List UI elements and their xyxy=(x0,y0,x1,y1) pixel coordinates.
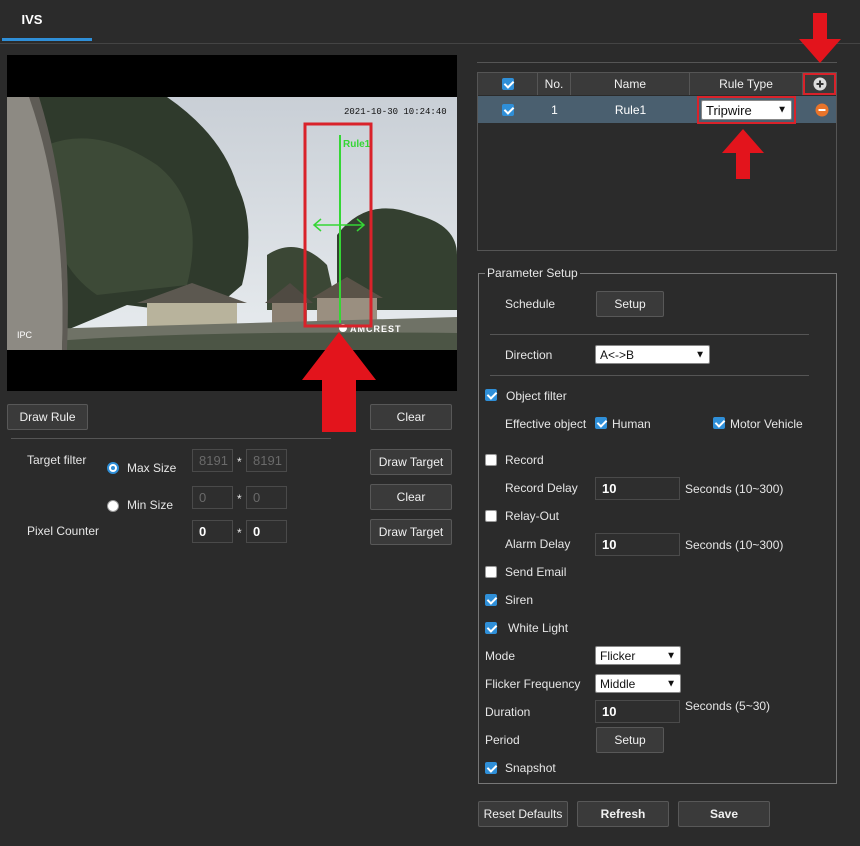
send-email-checkbox[interactable] xyxy=(485,566,497,578)
direction-select[interactable]: A<->B ▼ xyxy=(595,345,710,364)
camera-scene: Rule1 2021-10-30 10:24:40 AMCREST IPC xyxy=(7,97,457,350)
remove-icon[interactable] xyxy=(815,103,829,117)
red-arrow-up-icon xyxy=(302,332,376,432)
draw-rule-button[interactable]: Draw Rule xyxy=(7,404,88,430)
snapshot-label: Snapshot xyxy=(505,761,556,775)
snapshot-checkbox[interactable] xyxy=(485,762,497,774)
effective-object-label: Effective object xyxy=(505,417,587,431)
video-preview[interactable]: Rule1 2021-10-30 10:24:40 AMCREST IPC xyxy=(7,55,457,391)
duration-label: Duration xyxy=(485,705,531,719)
clear-button[interactable]: Clear xyxy=(370,404,452,430)
refresh-button[interactable]: Refresh xyxy=(577,801,669,827)
max-size-radio[interactable] xyxy=(107,462,119,474)
save-button[interactable]: Save xyxy=(678,801,770,827)
row-name: Rule1 xyxy=(614,102,647,117)
record-delay-field[interactable]: 10 xyxy=(595,477,680,500)
timestamp: 2021-10-30 10:24:40 xyxy=(344,107,447,117)
times-sign: * xyxy=(237,492,242,506)
human-label: Human xyxy=(612,417,651,431)
reset-defaults-button[interactable]: Reset Defaults xyxy=(478,801,568,827)
draw-target-button[interactable]: Draw Target xyxy=(370,449,452,475)
motor-vehicle-checkbox[interactable] xyxy=(713,417,725,429)
parameter-setup-legend: Parameter Setup xyxy=(485,266,580,280)
direction-label: Direction xyxy=(505,348,553,362)
max-size-label: Max Size xyxy=(127,461,177,475)
alarm-delay-field[interactable]: 10 xyxy=(595,533,680,556)
divider xyxy=(11,438,331,439)
motor-vehicle-label: Motor Vehicle xyxy=(730,417,803,431)
red-arrow-down-icon xyxy=(799,13,841,63)
tab-ivs[interactable]: IVS xyxy=(2,0,92,41)
min-height-field[interactable]: 0 xyxy=(246,486,287,509)
corner-label: IPC xyxy=(17,330,33,340)
schedule-label: Schedule xyxy=(505,297,556,311)
add-icon xyxy=(813,77,826,91)
siren-checkbox[interactable] xyxy=(485,594,497,606)
target-filter-label: Target filter xyxy=(27,453,87,467)
select-all-header xyxy=(478,73,538,95)
white-light-checkbox[interactable] xyxy=(485,622,497,634)
times-sign: * xyxy=(237,455,242,469)
mode-select[interactable]: Flicker ▼ xyxy=(595,646,681,665)
mode-label: Mode xyxy=(485,649,516,663)
red-arrow-up-icon xyxy=(722,129,764,179)
flicker-frequency-label: Flicker Frequency xyxy=(485,677,581,691)
record-label: Record xyxy=(505,453,544,467)
record-checkbox[interactable] xyxy=(485,454,497,466)
duration-unit: Seconds (5~30) xyxy=(685,699,771,713)
divider xyxy=(490,334,809,335)
select-all-checkbox[interactable] xyxy=(501,78,514,90)
divider xyxy=(477,62,837,63)
add-rule-button[interactable] xyxy=(803,73,836,95)
alarm-delay-unit: Seconds (10~300) xyxy=(685,538,784,552)
min-size-radio[interactable] xyxy=(107,500,119,512)
times-sign: * xyxy=(237,526,242,540)
divider xyxy=(490,375,809,376)
object-filter-label: Object filter xyxy=(506,389,567,403)
row-no: 1 xyxy=(551,102,558,117)
relay-out-checkbox[interactable] xyxy=(485,510,497,522)
draw-target-button-2[interactable]: Draw Target xyxy=(370,519,452,545)
max-height-field[interactable]: 8191 xyxy=(246,449,287,472)
clear-target-button[interactable]: Clear xyxy=(370,484,452,510)
human-checkbox[interactable] xyxy=(595,417,607,429)
pixel-counter-label: Pixel Counter xyxy=(27,524,100,538)
min-width-field[interactable]: 0 xyxy=(192,486,233,509)
rule-type-header: Rule Type xyxy=(690,73,803,95)
no-header: No. xyxy=(538,73,571,95)
min-size-label: Min Size xyxy=(127,498,174,512)
record-delay-label: Record Delay xyxy=(505,481,578,495)
row-checkbox[interactable] xyxy=(502,104,514,116)
rule-type-select[interactable]: Tripwire ▼ xyxy=(701,100,792,120)
period-label: Period xyxy=(485,733,520,747)
flicker-frequency-select[interactable]: Middle ▼ xyxy=(595,674,681,693)
period-setup-button[interactable]: Setup xyxy=(596,727,664,753)
object-filter-checkbox[interactable] xyxy=(485,389,497,401)
tab-bar xyxy=(0,0,860,44)
duration-field[interactable]: 10 xyxy=(595,700,680,723)
alarm-delay-label: Alarm Delay xyxy=(505,537,571,551)
relay-out-label: Relay-Out xyxy=(505,509,560,523)
max-width-field[interactable]: 8191 xyxy=(192,449,233,472)
pixel-width-field[interactable]: 0 xyxy=(192,520,233,543)
record-delay-unit: Seconds (10~300) xyxy=(685,482,784,496)
name-header: Name xyxy=(571,73,690,95)
send-email-label: Send Email xyxy=(505,565,567,579)
schedule-setup-button[interactable]: Setup xyxy=(596,291,664,317)
white-light-label: White Light xyxy=(508,621,569,635)
siren-label: Siren xyxy=(505,593,534,607)
rule-label: Rule1 xyxy=(343,139,371,150)
pixel-height-field[interactable]: 0 xyxy=(246,520,287,543)
